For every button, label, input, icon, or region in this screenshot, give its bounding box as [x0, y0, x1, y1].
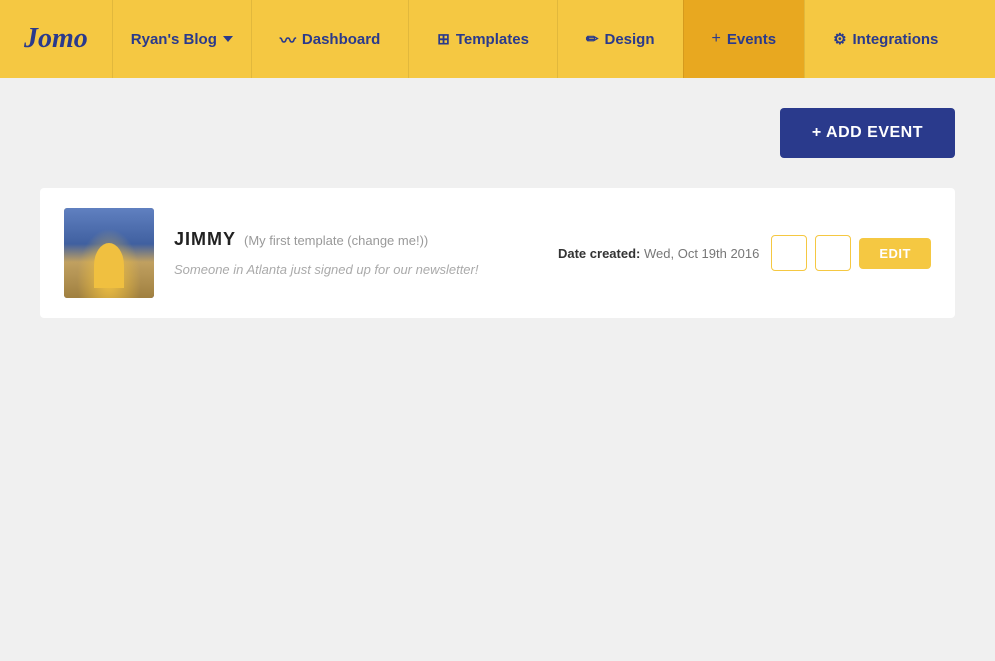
copy-button[interactable] [815, 235, 851, 271]
dashboard-icon: 〰 [280, 27, 296, 51]
logo: Jomo [0, 0, 112, 78]
date-created-label: Date created: [558, 246, 640, 261]
thumbnail-image [64, 208, 154, 298]
nav-blog[interactable]: Ryan's Blog [112, 0, 251, 78]
nav-design[interactable]: ✏ Design [557, 0, 683, 78]
template-name: JIMMY [174, 229, 236, 250]
date-created-value: Wed, Oct 19th 2016 [644, 246, 759, 261]
add-event-row: + ADD EVENT [40, 108, 955, 158]
nav-templates[interactable]: ⊞ Templates [408, 0, 557, 78]
template-actions: EDIT [771, 235, 931, 271]
add-event-button[interactable]: + ADD EVENT [780, 108, 955, 158]
template-thumbnail [64, 208, 154, 298]
navbar: Jomo Ryan's Blog 〰 Dashboard ⊞ Templates… [0, 0, 995, 78]
date-created: Date created: Wed, Oct 19th 2016 [558, 246, 759, 261]
nav-dashboard[interactable]: 〰 Dashboard [251, 0, 408, 78]
template-subtitle: (My first template (change me!)) [244, 233, 428, 248]
template-preview: Someone in Atlanta just signed up for ou… [174, 262, 538, 277]
edit-button[interactable]: EDIT [859, 238, 931, 269]
chevron-down-icon [223, 36, 233, 42]
template-name-row: JIMMY (My first template (change me!)) [174, 229, 538, 250]
nav-events[interactable]: + Events [683, 0, 805, 78]
integrations-icon: ⚙ [833, 30, 846, 48]
design-icon: ✏ [586, 30, 599, 48]
plus-icon: + [712, 30, 721, 48]
templates-icon: ⊞ [437, 30, 450, 48]
delete-button[interactable] [771, 235, 807, 271]
template-info: JIMMY (My first template (change me!)) S… [174, 229, 538, 277]
nav-integrations[interactable]: ⚙ Integrations [804, 0, 966, 78]
main-content: + ADD EVENT JIMMY (My first template (ch… [0, 78, 995, 348]
template-meta: Date created: Wed, Oct 19th 2016 [558, 235, 931, 271]
template-card: JIMMY (My first template (change me!)) S… [40, 188, 955, 318]
